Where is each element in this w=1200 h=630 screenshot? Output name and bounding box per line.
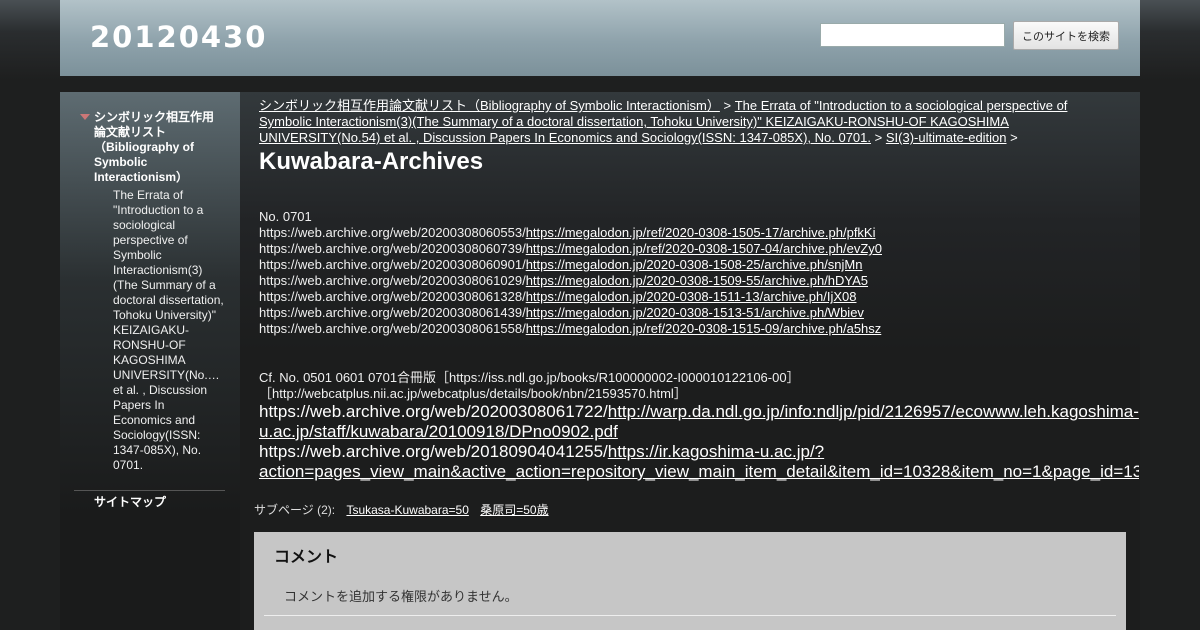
sidebar-divider	[74, 490, 225, 491]
large-archive-line: action=pages_view_main&active_action=rep…	[259, 462, 1139, 482]
comment-title: コメント	[274, 549, 339, 566]
archive-link[interactable]: https://megalodon.jp/ref/2020-0308-1505-…	[526, 225, 876, 240]
archive-prefix: https://web.archive.org/web/201809040412…	[259, 442, 608, 461]
archive-line: https://web.archive.org/web/202003080605…	[259, 225, 1139, 241]
breadcrumb-link-si3[interactable]: SI(3)-ultimate-edition	[886, 130, 1007, 145]
archive-link[interactable]: https://megalodon.jp/2020-0308-1509-55/a…	[526, 273, 868, 288]
archive-prefix: https://web.archive.org/web/202003080605…	[259, 225, 526, 240]
cf-line: ［http://webcatplus.nii.ac.jp/webcatplus/…	[259, 386, 687, 401]
comment-section: コメント コメントを追加する権限がありません。	[254, 532, 1126, 630]
breadcrumb-separator: >	[1010, 130, 1018, 145]
sidebar-item-errata[interactable]: The Errata of "Introduction to a sociolo…	[113, 188, 225, 473]
archive-link[interactable]: u.ac.jp/staff/kuwabara/20100918/DPno0902…	[259, 422, 618, 441]
sidebar-navigation: シンボリック相互作用論文献リスト（Bibliography of Symboli…	[60, 92, 240, 630]
sidebar-item-sitemap[interactable]: サイトマップ	[94, 493, 166, 510]
archive-prefix: https://web.archive.org/web/202003080615…	[259, 321, 526, 336]
subpages: サブページ (2): Tsukasa-Kuwabara=50 桑原司=50歳	[254, 501, 549, 518]
archive-link[interactable]: https://megalodon.jp/ref/2020-0308-1515-…	[526, 321, 882, 336]
archive-link[interactable]: https://megalodon.jp/2020-0308-1511-13/a…	[526, 289, 857, 304]
site-header: 20120430 このサイトを検索	[60, 0, 1140, 76]
breadcrumb: シンボリック相互作用論文献リスト（Bibliography of Symboli…	[259, 98, 1109, 146]
subpages-label: サブページ (2):	[254, 503, 336, 517]
archive-link[interactable]: https://megalodon.jp/2020-0308-1508-25/a…	[526, 257, 863, 272]
comment-divider	[264, 615, 1116, 616]
archive-prefix: https://web.archive.org/web/202003080610…	[259, 273, 526, 288]
large-archive-links: https://web.archive.org/web/202003080617…	[259, 402, 1139, 482]
breadcrumb-link-bibliography[interactable]: シンボリック相互作用論文献リスト（Bibliography of Symboli…	[259, 98, 720, 113]
comment-permission-message: コメントを追加する権限がありません。	[284, 589, 518, 604]
cf-reference: Cf. No. 0501 0601 0701合冊版［https://iss.nd…	[259, 370, 859, 402]
subpage-link[interactable]: 桑原司=50歳	[480, 503, 548, 517]
archive-link[interactable]: https://megalodon.jp/ref/2020-0308-1507-…	[526, 241, 882, 256]
archive-link[interactable]: http://warp.da.ndl.go.jp/info:ndljp/pid/…	[608, 402, 1139, 421]
large-archive-line: u.ac.jp/staff/kuwabara/20100918/DPno0902…	[259, 422, 1139, 442]
search-button[interactable]: このサイトを検索	[1013, 21, 1119, 50]
archive-prefix: https://web.archive.org/web/202003080609…	[259, 257, 526, 272]
archive-list: No. 0701 https://web.archive.org/web/202…	[259, 209, 1139, 337]
archive-line: https://web.archive.org/web/202003080610…	[259, 273, 1139, 289]
archive-link[interactable]: https://megalodon.jp/2020-0308-1513-51/a…	[526, 305, 864, 320]
page-title: Kuwabara-Archives	[259, 148, 484, 175]
sidebar-item-bibliography[interactable]: シンボリック相互作用論文献リスト（Bibliography of Symboli…	[94, 110, 224, 185]
archive-line: https://web.archive.org/web/202003080614…	[259, 305, 1139, 321]
document-number: No. 0701	[259, 209, 312, 224]
breadcrumb-separator: >	[723, 98, 732, 113]
search-input[interactable]	[820, 23, 1005, 47]
subpage-link[interactable]: Tsukasa-Kuwabara=50	[346, 503, 468, 517]
archive-link[interactable]: action=pages_view_main&active_action=rep…	[259, 462, 1139, 481]
archive-prefix: https://web.archive.org/web/202003080613…	[259, 289, 526, 304]
expand-arrow-icon[interactable]	[80, 114, 90, 120]
large-archive-line: https://web.archive.org/web/202003080617…	[259, 402, 1139, 422]
archive-line: https://web.archive.org/web/202003080607…	[259, 241, 1139, 257]
main-content: シンボリック相互作用論文献リスト（Bibliography of Symboli…	[240, 92, 1140, 630]
cf-line: Cf. No. 0501 0601 0701合冊版［https://iss.nd…	[259, 370, 800, 385]
archive-line: https://web.archive.org/web/202003080609…	[259, 257, 1139, 273]
archive-prefix: https://web.archive.org/web/202003080607…	[259, 241, 526, 256]
large-archive-line: https://web.archive.org/web/201809040412…	[259, 442, 1139, 462]
archive-link[interactable]: https://ir.kagoshima-u.ac.jp/?	[608, 442, 824, 461]
archive-line: https://web.archive.org/web/202003080615…	[259, 321, 1139, 337]
site-title[interactable]: 20120430	[90, 20, 267, 54]
archive-line: https://web.archive.org/web/202003080613…	[259, 289, 1139, 305]
breadcrumb-separator: >	[874, 130, 883, 145]
archive-prefix: https://web.archive.org/web/202003080617…	[259, 402, 608, 421]
archive-prefix: https://web.archive.org/web/202003080614…	[259, 305, 526, 320]
